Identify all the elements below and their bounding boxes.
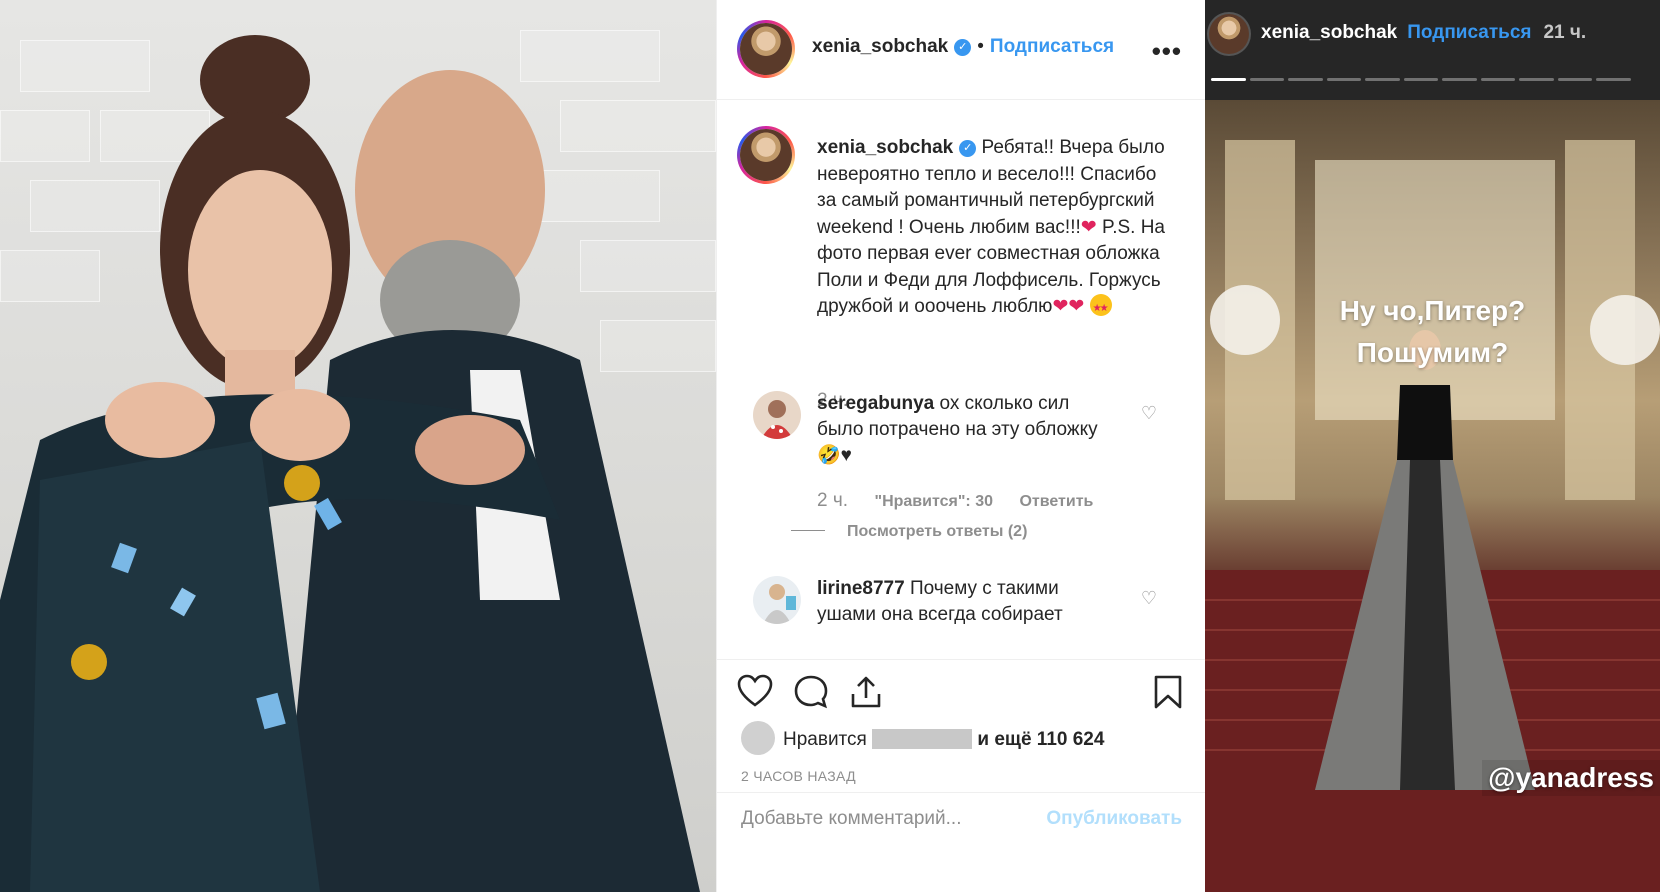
comments-list[interactable]: xenia_sobchak ✓ Ребята!! Вчера было невер… [717,101,1206,659]
add-comment-box: Опубликовать [717,792,1206,852]
red-heart-emoji: ❤ [1080,216,1097,238]
commenter-avatar[interactable] [753,391,801,439]
story-avatar[interactable] [1207,12,1251,56]
follow-button[interactable]: Подписаться [990,36,1114,57]
comment-like-heart-icon[interactable]: ♡ [1141,588,1157,609]
post-photo[interactable] [0,0,716,892]
comment-likes-count[interactable]: "Нравится": 30 [874,493,993,510]
post-panel: xenia_sobchak ✓ • Подписаться ••• xenia_sob… [716,0,1206,892]
story-caption-line-1: Ну чо,Питер? [1339,295,1526,326]
share-icon[interactable] [849,674,883,710]
story-mention[interactable]: @yanadress [1482,760,1660,796]
likes-prefix: Нравится [783,729,867,750]
likes-count[interactable]: и ещё 110 624 [977,729,1104,750]
likes-text: Нравится и ещё 110 624 [783,729,1104,751]
caption-text: xenia_sobchak ✓ Ребята!! Вчера было невер… [817,135,1177,323]
header-user-line: xenia_sobchak ✓ • Подписаться [812,36,1114,58]
story-user-line: xenia_sobchak Подписаться 21 ч. [1261,22,1586,44]
comment-username[interactable]: lirine8777 [817,578,905,599]
comment-meta: 2 ч. "Нравится": 30 Ответить [817,490,1093,512]
comment-text: seregabunya ох сколько сил было потрачен… [817,391,1117,469]
comment-item: seregabunya ох сколько сил было потрачен… [741,391,1181,551]
story-username[interactable]: xenia_sobchak [1261,22,1397,43]
publish-button[interactable]: Опубликовать [1046,808,1182,830]
liker-avatar[interactable] [741,721,775,755]
story-caption: Ну чо,Питер? Пошумим? [1205,290,1660,374]
caption-username[interactable]: xenia_sobchak [817,137,953,158]
heart-icon[interactable] [737,674,773,708]
liker-name-redacted [872,729,973,749]
header-separator: • [977,36,984,57]
story-panel[interactable]: xenia_sobchak Подписаться 21 ч. Ну чо,Пи… [1205,0,1660,892]
comment-emoji: 🤣♥ [817,445,852,466]
comment-item: lirine8777 Почему с такими ушами она все… [741,576,1181,646]
post-header: xenia_sobchak ✓ • Подписаться ••• [717,0,1206,100]
story-header: xenia_sobchak Подписаться 21 ч. [1205,0,1660,100]
commenter-avatar[interactable] [753,576,801,624]
photo-people-illustration [0,35,700,892]
post-timestamp[interactable]: 2 ЧАСОВ НАЗАД [741,768,856,784]
view-replies[interactable]: Посмотреть ответы (2) [791,523,1027,541]
red-hearts-emoji: ❤❤ [1052,296,1085,317]
comment-input[interactable] [741,808,1041,830]
comment-text: lirine8777 Почему с такими ушами она все… [817,576,1117,628]
replies-divider [791,530,825,531]
comment-time[interactable]: 2 ч. [817,490,848,511]
more-icon[interactable]: ••• [1152,36,1182,67]
verified-icon: ✓ [959,140,977,157]
comment-username[interactable]: seregabunya [817,393,934,414]
starstruck-emoji [1089,294,1112,323]
post-actions: Нравится и ещё 110 624 2 ЧАСОВ НАЗАД Опу… [717,659,1206,892]
view-replies-label[interactable]: Посмотреть ответы (2) [847,523,1027,540]
verified-icon: ✓ [954,39,972,56]
comment-like-heart-icon[interactable]: ♡ [1141,403,1157,424]
story-progress-bar [1211,78,1632,82]
author-avatar[interactable] [737,20,795,78]
comment-icon[interactable] [793,674,829,710]
story-time: 21 ч. [1543,22,1587,43]
story-follow-button[interactable]: Подписаться [1407,22,1531,43]
reply-button[interactable]: Ответить [1019,493,1093,510]
caption-avatar[interactable] [737,126,795,184]
bookmark-icon[interactable] [1152,674,1184,710]
story-caption-line-2: Пошумим? [1356,337,1509,368]
header-username[interactable]: xenia_sobchak [812,36,948,57]
